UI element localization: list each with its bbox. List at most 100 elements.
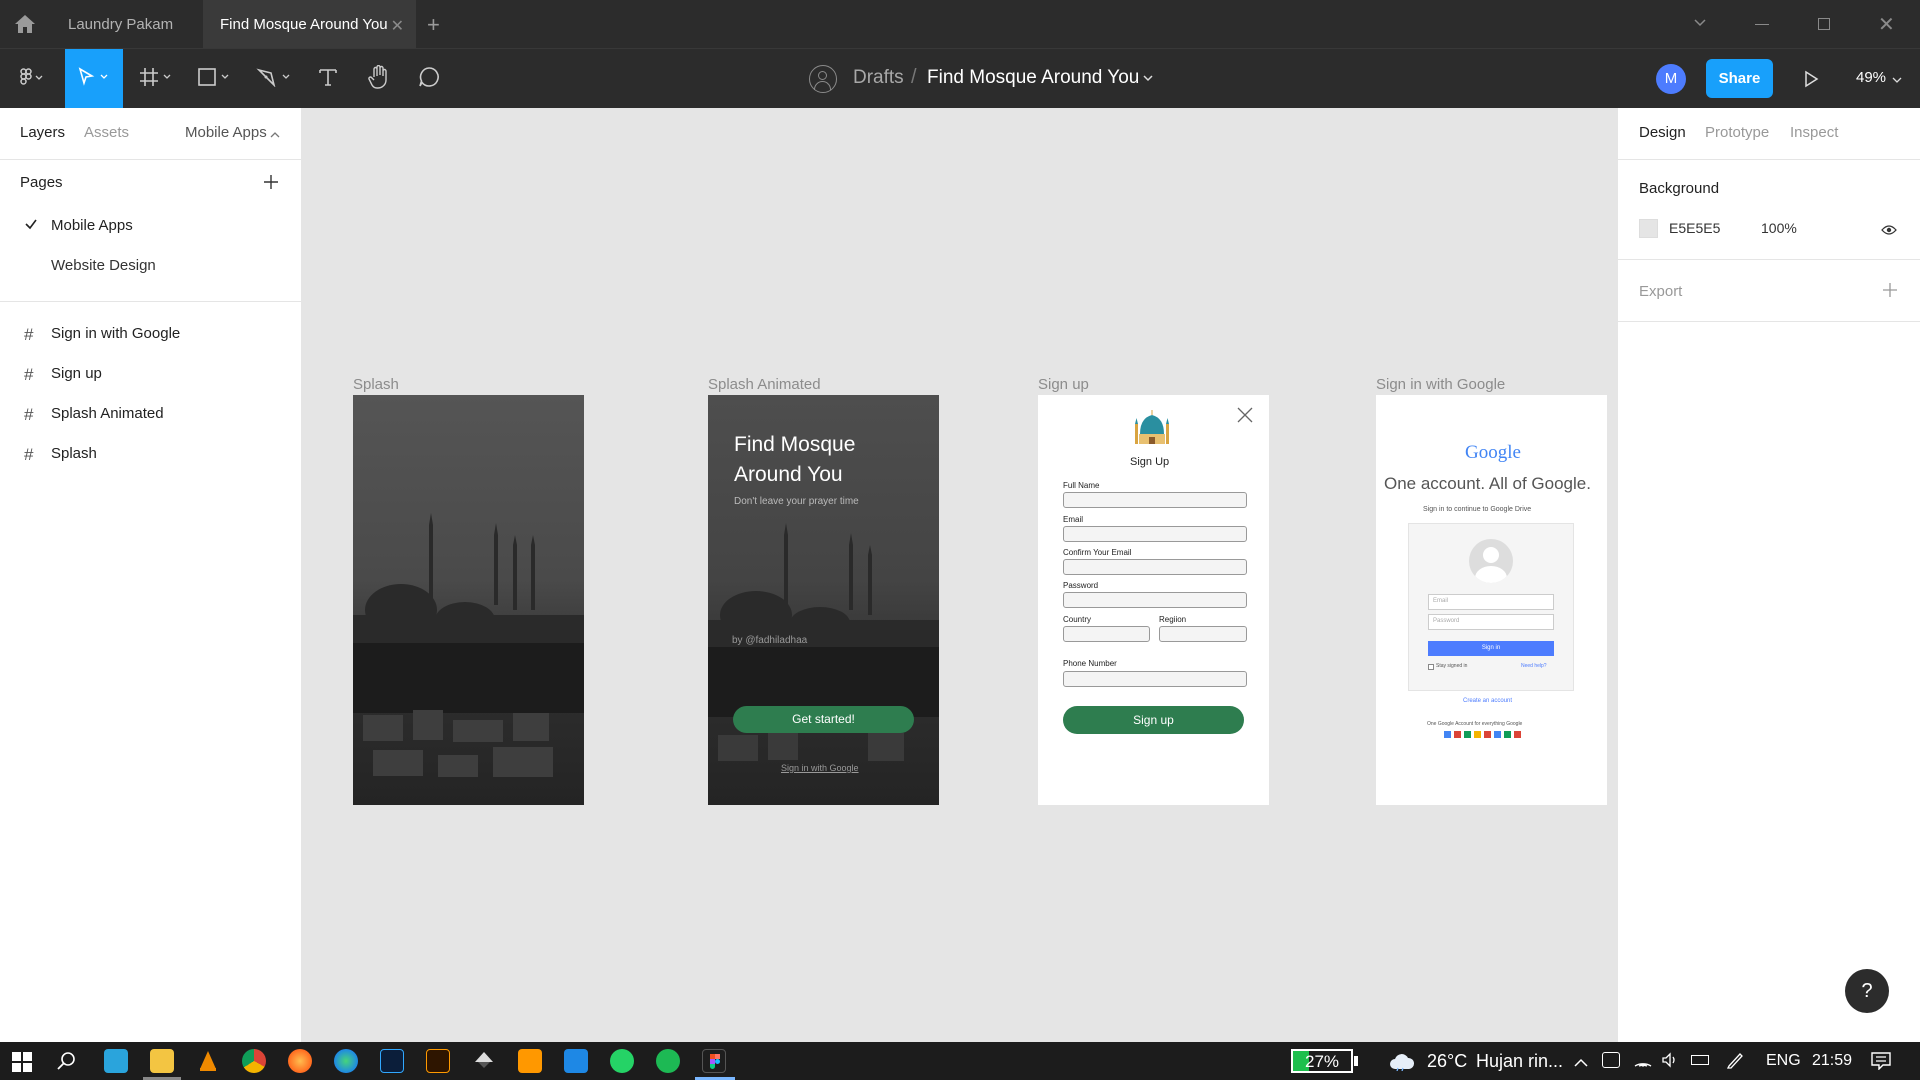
tab-find-mosque[interactable]: Find Mosque Around You ✕	[203, 0, 416, 48]
google-sign-in-button[interactable]: Sign in	[1428, 641, 1554, 656]
move-tool-button[interactable]	[65, 49, 123, 109]
tab-inspect[interactable]: Inspect	[1790, 124, 1838, 141]
add-export-icon[interactable]	[1882, 282, 1898, 303]
photoshop-icon[interactable]	[380, 1049, 404, 1073]
chrome-icon[interactable]	[242, 1049, 266, 1073]
pen-workspace-icon[interactable]	[1726, 1051, 1744, 1074]
stay-signed-in-checkbox[interactable]	[1428, 664, 1434, 670]
battery-tray-icon[interactable]	[1691, 1055, 1709, 1065]
page-item-website-design[interactable]: Website Design	[0, 246, 301, 286]
confirm-email-field[interactable]	[1063, 559, 1247, 575]
avatar[interactable]: M	[1656, 64, 1686, 94]
zoom-chevron-icon[interactable]	[1892, 72, 1902, 90]
input-language[interactable]: ENG	[1766, 1052, 1801, 1070]
wifi-icon[interactable]	[1634, 1052, 1652, 1073]
tab-layers[interactable]: Layers	[20, 124, 65, 141]
launcher-app-icon[interactable]	[104, 1049, 128, 1073]
help-button[interactable]: ?	[1845, 969, 1889, 1013]
sublime-text-icon[interactable]	[518, 1049, 542, 1073]
google-email-input[interactable]: Email	[1428, 594, 1554, 610]
need-help-link[interactable]: Need help?	[1521, 663, 1547, 669]
minimize-icon[interactable]	[1755, 24, 1769, 25]
search-icon[interactable]	[57, 1051, 77, 1076]
layer-item-splash-animated[interactable]: # Splash Animated	[0, 394, 301, 434]
sign-in-google-link[interactable]: Sign in with Google	[781, 763, 859, 773]
spotify-icon[interactable]	[656, 1049, 680, 1073]
tab-assets[interactable]: Assets	[84, 124, 129, 141]
layer-item-sign-in-with-google[interactable]: # Sign in with Google	[0, 314, 301, 354]
frame-label-splash[interactable]: Splash	[353, 376, 399, 393]
chevron-down-icon[interactable]	[1692, 14, 1708, 35]
edge-icon[interactable]	[334, 1049, 358, 1073]
close-tab-icon[interactable]: ✕	[391, 16, 404, 36]
phone-field[interactable]	[1063, 671, 1247, 687]
firefox-icon[interactable]	[288, 1049, 312, 1073]
page-item-mobile-apps[interactable]: Mobile Apps	[0, 206, 301, 246]
pen-tool-button[interactable]	[249, 49, 301, 109]
frame-label-sign-up[interactable]: Sign up	[1038, 376, 1089, 393]
tab-prototype[interactable]: Prototype	[1705, 124, 1769, 141]
new-tab-icon[interactable]: +	[427, 12, 440, 38]
chevron-up-icon[interactable]	[270, 127, 280, 145]
team-avatar-icon[interactable]	[809, 65, 837, 93]
region-field[interactable]	[1159, 626, 1247, 642]
shape-tool-button[interactable]	[190, 49, 240, 109]
frame-splash-animated[interactable]: Find Mosque Around You Don't leave your …	[708, 395, 939, 805]
frame-sign-in-google[interactable]: Google One account. All of Google. Sign …	[1376, 395, 1607, 805]
whatsapp-icon[interactable]	[610, 1049, 634, 1073]
tab-laundry-pakam[interactable]: Laundry Pakam	[52, 0, 195, 48]
tab-design[interactable]: Design	[1639, 124, 1686, 141]
clock-time[interactable]: 21:59	[1812, 1052, 1852, 1070]
main-menu-button[interactable]	[8, 49, 56, 109]
create-account-link[interactable]: Create an account	[1463, 698, 1512, 704]
add-page-icon[interactable]	[263, 174, 279, 195]
text-tool-button[interactable]	[308, 49, 348, 109]
volume-icon[interactable]	[1661, 1052, 1679, 1073]
frame-label-splash-animated[interactable]: Splash Animated	[708, 376, 821, 393]
layer-item-sign-up[interactable]: # Sign up	[0, 354, 301, 394]
get-started-button[interactable]: Get started!	[733, 706, 914, 733]
email-field[interactable]	[1063, 526, 1247, 542]
notification-center-icon[interactable]	[1871, 1052, 1891, 1075]
file-explorer-icon[interactable]	[150, 1049, 174, 1073]
windows-start-icon[interactable]	[12, 1052, 32, 1077]
layer-item-splash[interactable]: # Splash	[0, 434, 301, 474]
present-play-icon[interactable]	[1803, 70, 1819, 93]
figma-taskbar-icon[interactable]	[702, 1049, 726, 1073]
frame-sign-up[interactable]: Sign Up Full Name Email Confirm Your Ema…	[1038, 395, 1269, 805]
country-field[interactable]	[1063, 626, 1150, 642]
illustrator-icon[interactable]	[426, 1049, 450, 1073]
restore-icon[interactable]	[1818, 18, 1830, 30]
weather-text[interactable]: Hujan rin...	[1476, 1051, 1563, 1072]
onedrive-sync-icon[interactable]	[1602, 1052, 1620, 1068]
file-name[interactable]: Find Mosque Around You	[927, 67, 1139, 89]
close-icon[interactable]	[1236, 406, 1254, 429]
google-password-input[interactable]: Password	[1428, 614, 1554, 630]
comment-tool-button[interactable]	[408, 49, 450, 109]
inkscape-icon[interactable]	[472, 1049, 496, 1073]
weather-cloud-icon[interactable]	[1389, 1051, 1415, 1076]
breadcrumb-drafts[interactable]: Drafts	[853, 67, 904, 89]
frame-splash[interactable]	[353, 395, 584, 805]
temperature[interactable]: 26°C	[1427, 1051, 1467, 1072]
close-window-icon[interactable]: ✕	[1878, 12, 1895, 37]
full-name-field[interactable]	[1063, 492, 1247, 508]
vlc-icon[interactable]	[196, 1049, 220, 1073]
file-menu-chevron-icon[interactable]	[1142, 71, 1154, 89]
zoom-level[interactable]: 49%	[1856, 69, 1886, 86]
password-field[interactable]	[1063, 592, 1247, 608]
frame-label-sign-in-google[interactable]: Sign in with Google	[1376, 376, 1505, 393]
sign-up-button[interactable]: Sign up	[1063, 706, 1244, 734]
hand-tool-button[interactable]	[358, 49, 400, 109]
battery-indicator[interactable]: 27%	[1291, 1049, 1353, 1073]
page-dropdown[interactable]: Mobile Apps	[185, 124, 267, 141]
background-swatch[interactable]	[1639, 219, 1658, 238]
vscode-icon[interactable]	[564, 1049, 588, 1073]
home-icon[interactable]	[14, 14, 36, 34]
export-title[interactable]: Export	[1639, 283, 1682, 300]
eye-icon[interactable]	[1881, 223, 1897, 241]
frame-tool-button[interactable]	[133, 49, 181, 109]
tray-chevron-up-icon[interactable]	[1574, 1055, 1588, 1073]
background-opacity[interactable]: 100%	[1761, 220, 1797, 236]
background-hex[interactable]: E5E5E5	[1669, 220, 1720, 236]
